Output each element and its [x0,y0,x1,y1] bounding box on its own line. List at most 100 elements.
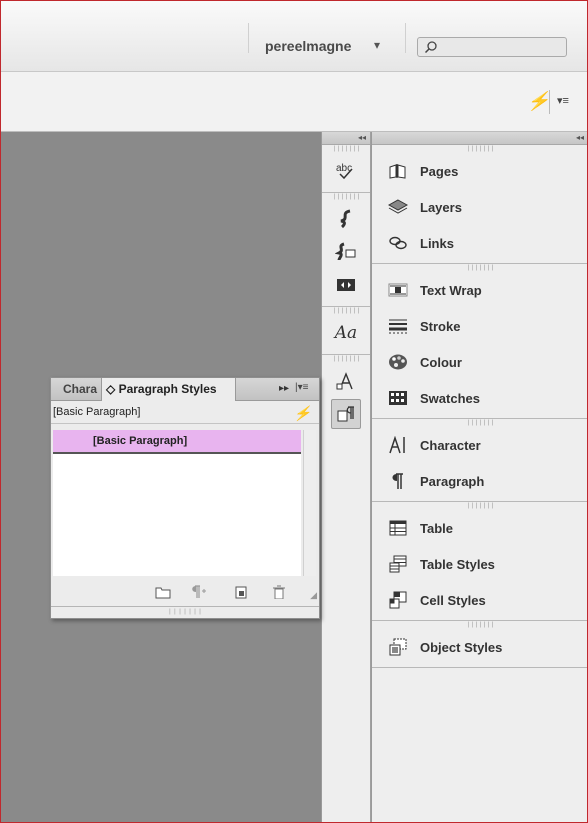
grip-handle[interactable]: ❘❘❘❘❘❘❘ [51,606,319,617]
panel-item-links[interactable]: Links [372,225,587,261]
scrollbar[interactable] [303,430,316,576]
swatches-icon [388,389,408,407]
icon-group: ❘❘❘❘❘❘❘ [322,355,370,435]
panel-item-stroke[interactable]: Stroke [372,308,587,344]
panel-menu-icon[interactable]: |▾≡ [295,382,308,393]
panel-group: ❘❘❘❘❘❘❘ Object Styles [372,621,587,668]
clear-overrides-icon[interactable] [189,585,206,599]
character-icon [388,436,408,454]
application-bar: pereelmagne ▾ [1,1,587,72]
style-list-item[interactable]: [Basic Paragraph] [53,430,301,454]
style-list: [Basic Paragraph] [53,430,301,576]
links-icon [388,234,408,252]
character-styles-icon[interactable]: Aa [331,318,361,348]
current-style-row: [Basic Paragraph] ⚡ [51,401,319,424]
panel-item-object-styles[interactable]: Object Styles [372,629,587,665]
cell-styles-icon [388,591,408,609]
panel-group: ❘❘❘❘❘❘❘ Pages Layers Links [372,145,587,264]
panel-menu-icon[interactable]: ▾≡ [557,94,569,107]
gradient-feather-icon[interactable] [331,204,361,234]
paragraph-icon [388,472,408,490]
search-field[interactable] [417,37,567,57]
panel-item-cell-styles[interactable]: Cell Styles [372,582,587,618]
search-input[interactable] [440,39,564,57]
lightning-icon[interactable]: ⚡ [294,402,311,424]
panel-item-pages[interactable]: Pages [372,153,587,189]
panel-item-label: Links [420,235,454,251]
collapse-button[interactable]: ◂◂ [322,132,370,145]
divider [405,23,406,53]
panel-item-label: Cell Styles [420,592,486,608]
panel-group: ❘❘❘❘❘❘❘ Text Wrap Stroke Colour Swatches [372,264,587,419]
paragraph-styles-icon[interactable] [331,399,361,429]
tab-character[interactable]: Chara [51,378,101,400]
text-wrap-icon [388,281,408,299]
panel-group: ❘❘❘❘❘❘❘ Character Paragraph [372,419,587,502]
new-group-icon[interactable] [155,585,171,599]
pages-icon [388,162,408,180]
icon-group: ❘❘❘❘❘❘❘ abc [322,145,370,193]
panel-item-label: Layers [420,199,462,215]
tab-paragraph-styles[interactable]: ◇ Paragraph Styles [101,378,236,401]
panel-item-paragraph[interactable]: Paragraph [372,463,587,499]
panel-item-table-styles[interactable]: Table Styles [372,546,587,582]
grip-handle[interactable]: ❘❘❘❘❘❘❘ [372,264,587,272]
grip-handle[interactable]: ❘❘❘❘❘❘❘ [372,419,587,427]
collapse-button[interactable]: ◂◂ [372,132,587,145]
panel-item-swatches[interactable]: Swatches [372,380,587,416]
panel-item-label: Character [420,437,481,453]
panel-item-label: Colour [420,354,462,370]
application-window: pereelmagne ▾ ⚡ ▾≡ ◂◂ ❘❘❘❘❘❘❘ abc ❘❘❘❘❘❘… [0,0,588,823]
panel-item-character[interactable]: Character [372,427,587,463]
grip-handle[interactable]: ❘❘❘❘❘❘❘ [372,502,587,510]
paragraph-styles-text-icon[interactable] [331,366,361,396]
delete-icon[interactable] [271,585,287,600]
panel-item-label: Swatches [420,390,480,406]
resize-grip-icon[interactable]: ◢ [310,590,317,601]
control-bar: ⚡ ▾≡ [1,72,587,132]
grip-handle[interactable]: ❘❘❘❘❘❘❘ [372,145,587,153]
panel-item-label: Table Styles [420,556,495,572]
effects-icon[interactable] [331,237,361,267]
panel-list: ◂◂ ❘❘❘❘❘❘❘ Pages Layers Links ❘❘❘❘❘❘❘ Te… [371,132,587,822]
panel-item-label: Stroke [420,318,461,334]
layers-icon [388,198,408,216]
table-icon [388,519,408,537]
grip-handle[interactable]: ❘❘❘❘❘❘❘ [322,355,370,363]
panel-item-label: Table [420,520,453,536]
icon-group: ❘❘❘❘❘❘❘ [322,193,370,307]
icon-group: ❘❘❘❘❘❘❘ Aa [322,307,370,355]
collapse-icon[interactable]: ▸▸ [279,383,289,394]
panel-item-label: Paragraph [420,473,485,489]
grip-handle[interactable]: ❘❘❘❘❘❘❘ [322,145,370,153]
spell-check-icon[interactable]: abc [331,156,361,186]
paragraph-styles-panel: Chara ◇ Paragraph Styles ▸▸ |▾≡ [Basic P… [50,377,320,619]
grip-handle[interactable]: ❘❘❘❘❘❘❘ [322,307,370,315]
aa-label: Aa [334,323,358,343]
panel-item-layers[interactable]: Layers [372,189,587,225]
panel-group: ❘❘❘❘❘❘❘ Table Table Styles Cell Styles [372,502,587,621]
grip-handle[interactable]: ❘❘❘❘❘❘❘ [322,193,370,201]
panel-item-label: Pages [420,163,459,179]
panel-tab-bar: Chara ◇ Paragraph Styles ▸▸ |▾≡ [51,378,319,401]
current-style-label: [Basic Paragraph] [53,406,141,418]
grip-handle[interactable]: ❘❘❘❘❘❘❘ [372,621,587,629]
divider [248,23,249,53]
panel-item-text-wrap[interactable]: Text Wrap [372,272,587,308]
divider [549,90,550,114]
lightning-icon[interactable]: ⚡ [527,91,549,112]
chevron-down-icon[interactable]: ▾ [374,38,380,52]
panel-item-label: Text Wrap [420,282,482,298]
object-styles-icon [388,638,408,656]
new-style-icon[interactable] [233,585,249,599]
panel-item-colour[interactable]: Colour [372,344,587,380]
stroke-icon [388,317,408,335]
colour-icon [388,353,408,371]
panel-item-table[interactable]: Table [372,510,587,546]
workspace-switcher[interactable]: pereelmagne [265,38,351,54]
panel-item-label: Object Styles [420,639,503,655]
search-icon [424,41,437,54]
position-tool-icon[interactable] [331,270,361,300]
panel-footer: ◢ [51,583,319,603]
panel-icon-column: ◂◂ ❘❘❘❘❘❘❘ abc ❘❘❘❘❘❘❘ ❘❘❘❘❘❘❘ Aa ❘❘❘❘❘❘… [321,132,371,822]
